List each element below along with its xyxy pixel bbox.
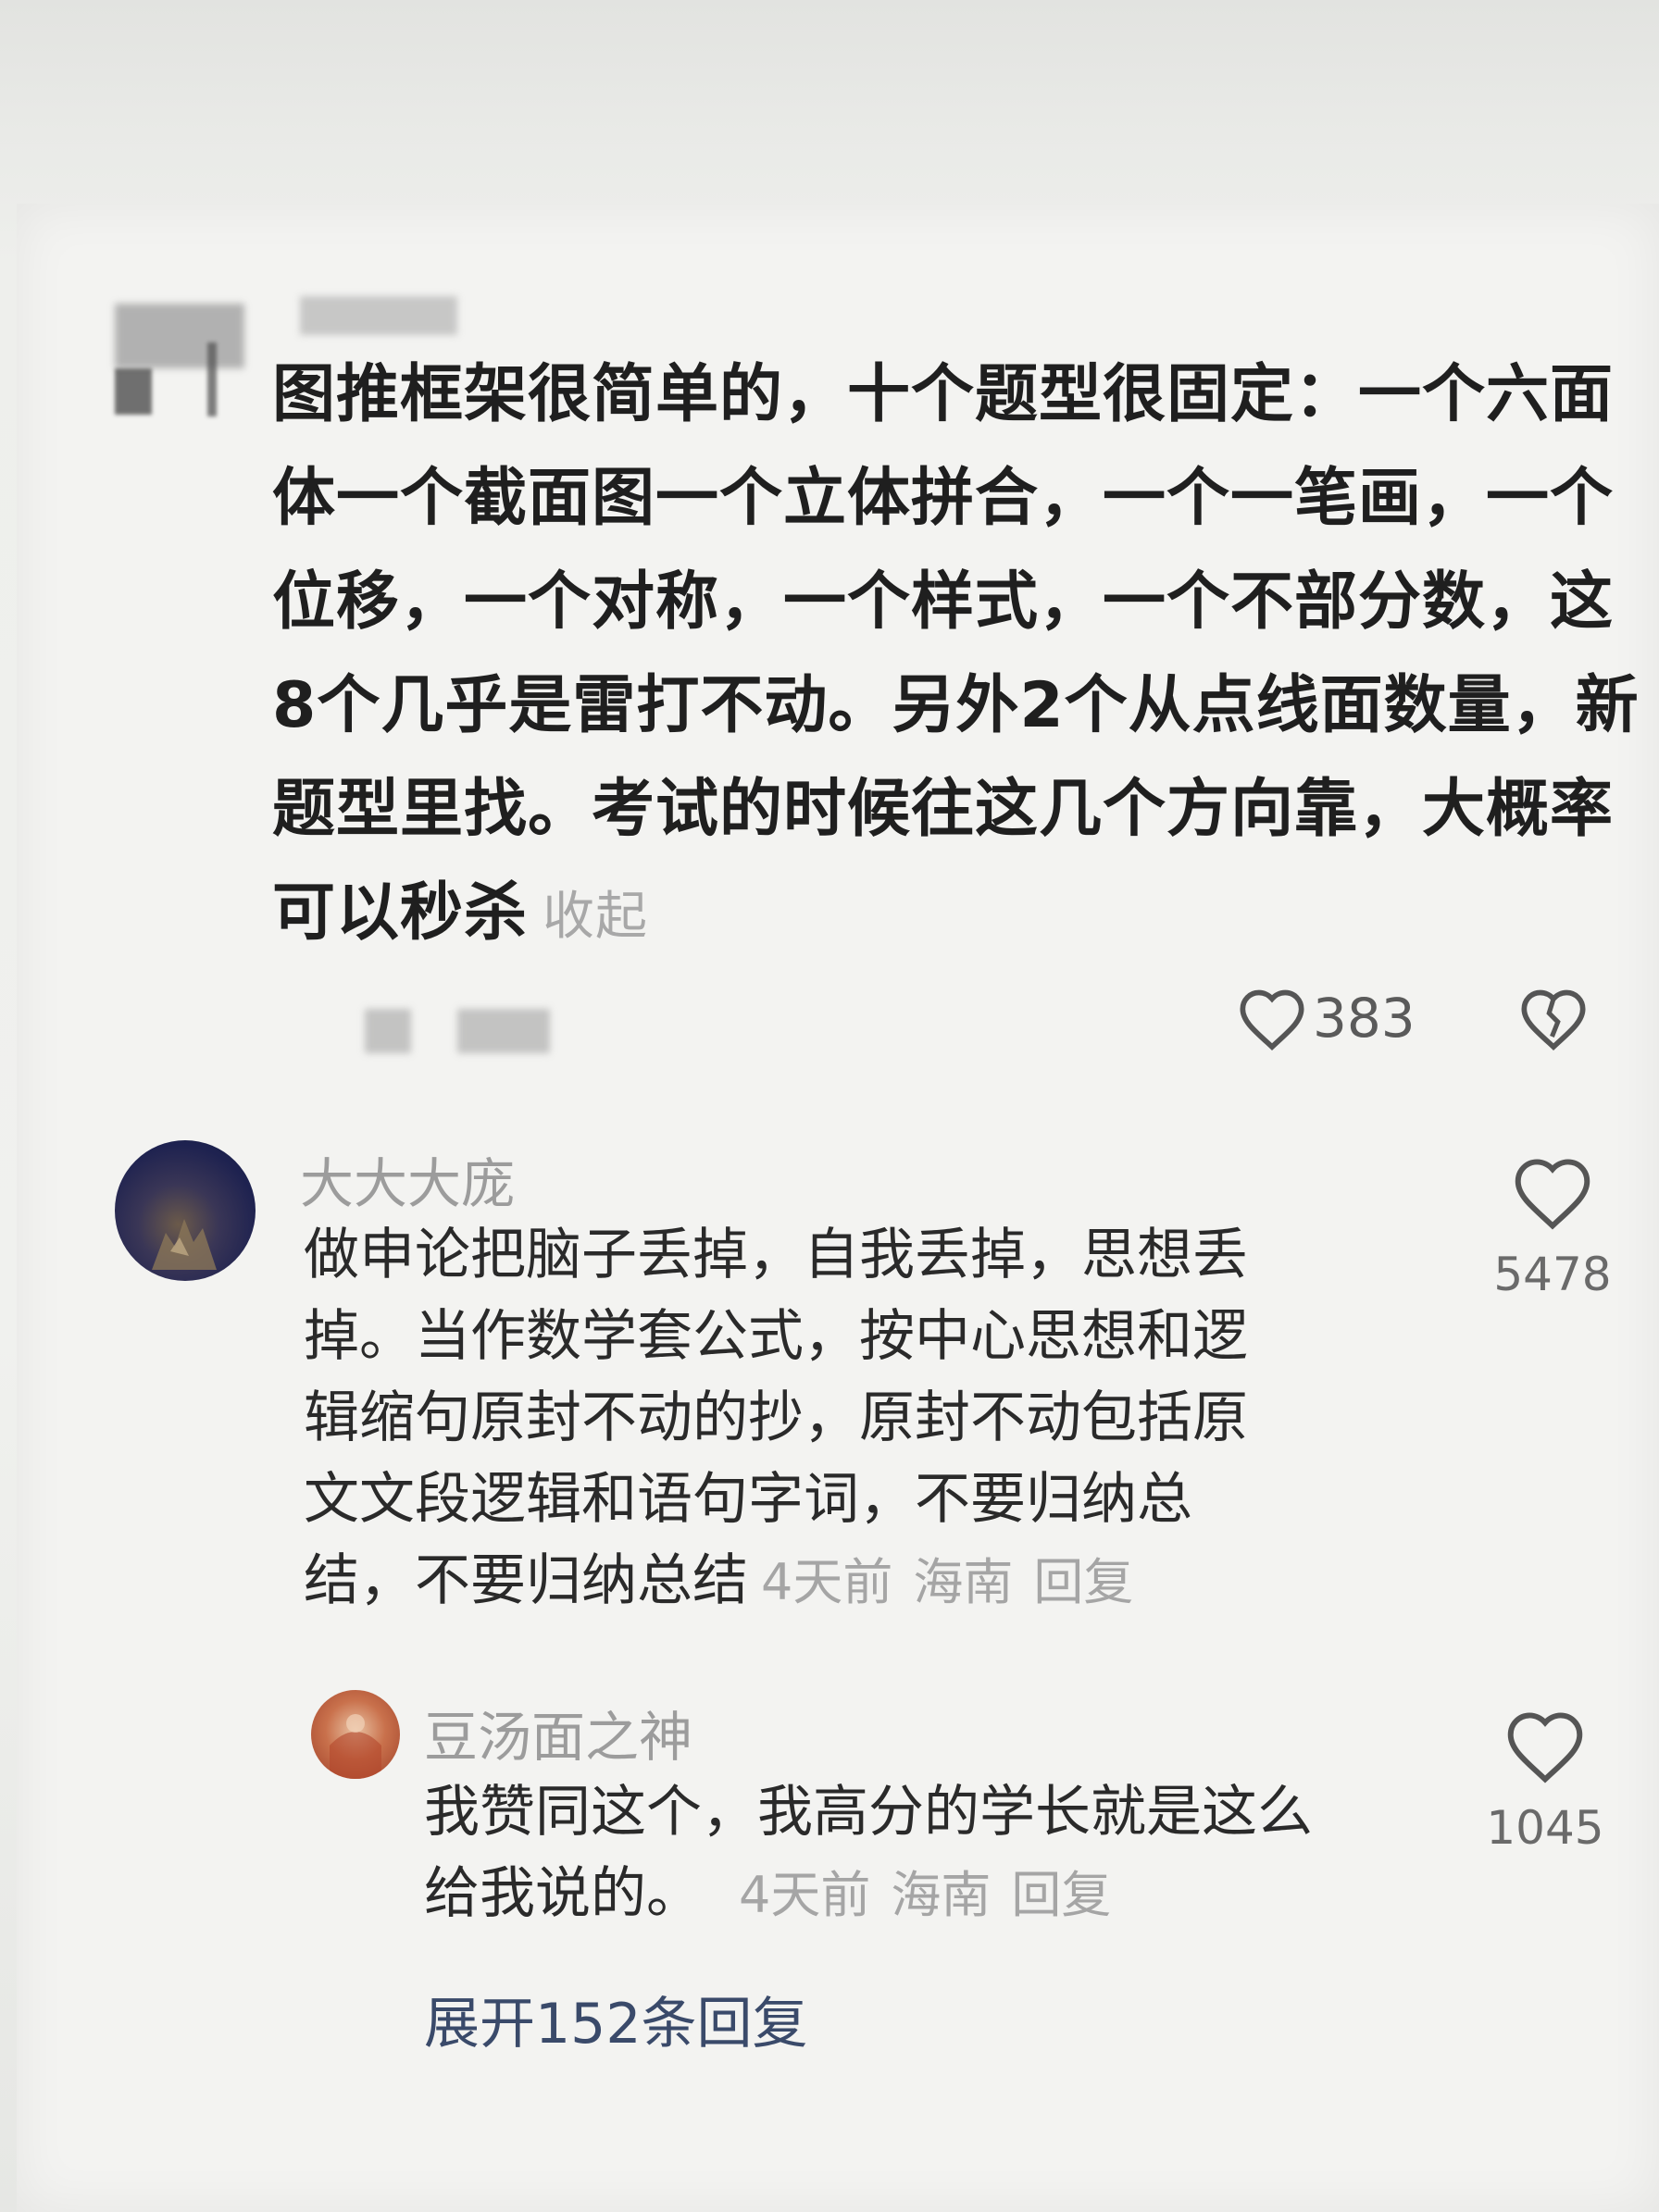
- heart-outline-icon[interactable]: [1503, 1709, 1587, 1784]
- post-line-5: 题型里找。考试的时候往这几个方向靠，大概率: [272, 773, 1615, 846]
- comment-location: 海南: [913, 1553, 1014, 1611]
- phone-screen: 图推框架很简单的，十个题型很固定：一个六面 体一个截面图一个立体拼合，一个一笔画…: [17, 204, 1659, 2212]
- censored-meta-2: [457, 1009, 550, 1053]
- comment-like-count: 1045: [1486, 1801, 1604, 1855]
- censored-meta-1: [365, 1009, 411, 1053]
- post-line-1: 图推框架很简单的，十个题型很固定：一个六面: [272, 358, 1615, 431]
- avatar-image: [330, 1714, 381, 1779]
- comment-line-last: 结，不要归纳总结 4天前 海南 回复: [304, 1540, 1133, 1623]
- comment-meta: 4天前 海南 回复: [739, 1866, 1111, 1924]
- comment-like-count: 5478: [1493, 1248, 1612, 1301]
- post-line-6: 可以秒杀: [272, 876, 529, 950]
- censored-avatar-bottom: [115, 368, 152, 415]
- comment-text: 给我说的。: [424, 1861, 702, 1926]
- comment-text: 结，不要归纳总结: [304, 1548, 748, 1613]
- broken-heart-icon[interactable]: [1518, 987, 1589, 1051]
- comment-line: 文文段逻辑和语句字词，不要归纳总: [304, 1467, 1192, 1532]
- avatar[interactable]: [311, 1690, 400, 1779]
- heart-outline-icon[interactable]: [1237, 987, 1307, 1051]
- comment-line: 辑缩句原封不动的抄，原封不动包括原: [304, 1386, 1248, 1450]
- post-line-3: 位移，一个对称，一个样式，一个不部分数，这: [272, 565, 1615, 639]
- reply-button[interactable]: 回复: [1011, 1866, 1111, 1924]
- comment-username[interactable]: 大大大庞: [300, 1140, 515, 1218]
- comment-line-last: 给我说的。 4天前 海南 回复: [424, 1853, 1111, 1936]
- censored-avatar: [115, 304, 244, 368]
- collapse-button[interactable]: 收起: [543, 887, 648, 947]
- comment-time: 4天前: [761, 1553, 893, 1611]
- comment-line: 掉。当作数学套公式，按中心思想和逻: [304, 1304, 1248, 1369]
- avatar[interactable]: [115, 1140, 256, 1281]
- comment-time: 4天前: [739, 1866, 871, 1924]
- reply-button[interactable]: 回复: [1033, 1553, 1133, 1611]
- post-line-4: 8个几乎是雷打不动。另外2个从点线面数量，新: [272, 669, 1640, 742]
- expand-replies-button[interactable]: 展开152条回复: [424, 1979, 808, 2059]
- comment-line: 做申论把脑子丢掉，自我丢掉，思想丢: [304, 1223, 1248, 1287]
- censored-avatar-line: [207, 342, 217, 416]
- comment-username[interactable]: 豆汤面之神: [424, 1694, 692, 1771]
- post-line-2: 体一个截面图一个立体拼合，一个一笔画，一个: [272, 462, 1615, 535]
- avatar-image: [152, 1219, 217, 1270]
- comment-location: 海南: [891, 1866, 992, 1924]
- censored-username: [300, 296, 457, 335]
- comment-line: 我赞同这个，我高分的学长就是这么: [424, 1780, 1313, 1845]
- post-like-count: 383: [1313, 987, 1416, 1050]
- heart-outline-icon[interactable]: [1511, 1155, 1594, 1231]
- comment-meta: 4天前 海南 回复: [761, 1553, 1133, 1611]
- post-line-6-wrap: 可以秒杀 收起: [272, 863, 648, 968]
